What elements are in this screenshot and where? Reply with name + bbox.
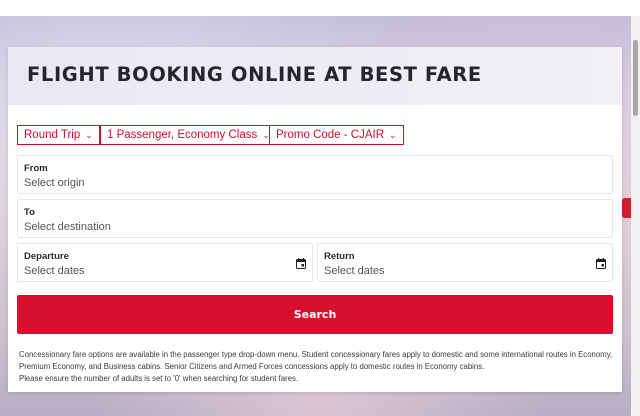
concession-note: Concessionary fare options are available… xyxy=(19,349,615,385)
calendar-icon[interactable] xyxy=(296,258,306,269)
page-scrollbar[interactable] xyxy=(631,16,640,416)
scrollbar-thumb[interactable] xyxy=(633,40,638,116)
page-title: FLIGHT BOOKING ONLINE AT BEST FARE xyxy=(27,63,482,86)
passengers-dropdown[interactable]: 1 Passenger, Economy Class ⌄ xyxy=(100,125,277,145)
departure-input[interactable]: Select dates xyxy=(24,265,85,277)
origin-input[interactable]: Select origin xyxy=(24,177,85,189)
destination-input[interactable]: Select destination xyxy=(24,221,111,233)
return-label: Return xyxy=(324,251,355,262)
concession-note-line-2: Please ensure the number of adults is se… xyxy=(19,374,299,383)
departure-field[interactable]: Departure Select dates xyxy=(17,243,313,282)
origin-label: From xyxy=(24,163,48,174)
calendar-icon[interactable] xyxy=(596,258,606,269)
concession-note-line-1: Concessionary fare options are available… xyxy=(19,350,613,371)
passengers-label: 1 Passenger, Economy Class xyxy=(107,129,258,141)
return-input[interactable]: Select dates xyxy=(324,265,385,277)
chevron-down-icon: ⌄ xyxy=(85,129,93,140)
booking-card: FLIGHT BOOKING ONLINE AT BEST FARE Round… xyxy=(8,47,622,392)
promo-code-dropdown[interactable]: Promo Code - CJAIR ⌄ xyxy=(269,125,404,145)
top-strip xyxy=(0,0,640,16)
origin-field[interactable]: From Select origin xyxy=(17,155,613,194)
departure-label: Departure xyxy=(24,251,69,262)
chevron-down-icon: ⌄ xyxy=(389,129,397,140)
return-field[interactable]: Return Select dates xyxy=(317,243,613,282)
promo-code-label: Promo Code - CJAIR xyxy=(276,129,385,141)
search-button[interactable]: Search xyxy=(17,295,613,334)
booking-header: FLIGHT BOOKING ONLINE AT BEST FARE xyxy=(8,47,622,105)
trip-type-dropdown[interactable]: Round Trip ⌄ xyxy=(17,125,100,145)
trip-type-label: Round Trip xyxy=(24,129,81,141)
destination-label: To xyxy=(24,207,35,218)
destination-field[interactable]: To Select destination xyxy=(17,199,613,238)
